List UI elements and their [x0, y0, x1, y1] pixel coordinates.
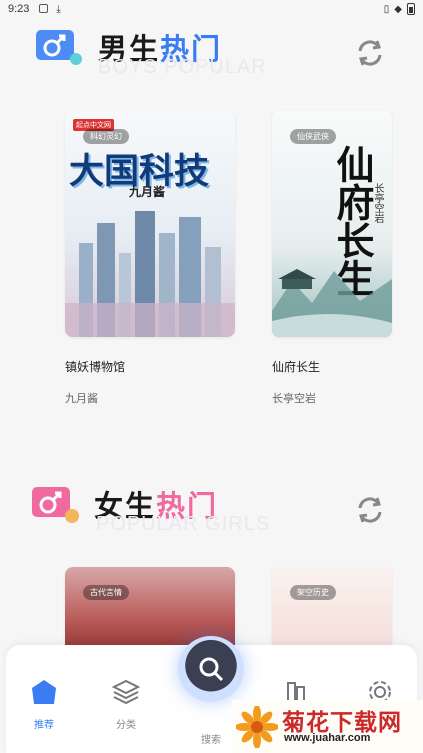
book-title[interactable]: 仙府长生 [272, 358, 320, 375]
genre-tag: 架空历史 [290, 585, 336, 600]
genre-tag: 古代言情 [83, 585, 129, 600]
search-icon [199, 657, 224, 682]
genre-tag: 科幻灵幻 [83, 129, 129, 144]
book-title[interactable]: 镇妖博物馆 [65, 358, 125, 375]
tab-category[interactable]: 分类 [96, 677, 156, 731]
boys-section-subtitle: BOYS POPULAR [98, 56, 267, 78]
refresh-girls-icon[interactable] [353, 493, 387, 527]
refresh-boys-icon[interactable] [353, 36, 387, 70]
male-symbol-icon [36, 30, 82, 65]
watermark-url: www.juahar.com [284, 732, 371, 744]
genre-tag: 仙侠武侠 [290, 129, 336, 144]
wifi-icon: ◆ [394, 3, 402, 15]
female-symbol-icon [32, 487, 79, 523]
cover-author: 九月酱 [129, 185, 166, 199]
book-author: 长亭空岩 [272, 393, 316, 405]
book-cover[interactable]: 起点中文网 科幻灵幻 大国科技 九月酱 [65, 111, 235, 337]
battery-icon [407, 3, 415, 15]
tab-recommend-label: 推荐 [34, 720, 54, 731]
chrysanthemum-logo-icon [236, 706, 278, 748]
girls-section-header: 女生热门 POPULAR GIRLS [0, 481, 423, 541]
home-icon [32, 680, 56, 704]
boys-section-header: 男生热门 BOYS POPULAR [0, 24, 423, 84]
notification-icon [39, 3, 49, 13]
cover-author: 长亭空岩 [372, 183, 383, 223]
mountain-palace-illustration [272, 269, 392, 337]
status-bar: 9:23 ⤓ ▯ ◆ [0, 0, 423, 18]
download-icon: ⤓ [56, 3, 61, 15]
search-fab-button[interactable] [178, 636, 244, 702]
site-watermark: 菊花下载网 www.juahar.com [232, 700, 423, 753]
girls-section-subtitle: POPULAR GIRLS [96, 513, 271, 535]
city-skyline-illustration [65, 211, 235, 337]
vibrate-icon: ▯ [383, 3, 390, 15]
status-time: 9:23 [8, 3, 30, 15]
book-author: 九月酱 [65, 393, 98, 405]
book-cover[interactable]: 仙侠武侠 仙府长生 长亭空岩 [272, 111, 392, 337]
book-cover[interactable]: 架空历史 [272, 567, 392, 657]
layers-icon [111, 679, 141, 705]
tab-category-label: 分类 [116, 720, 136, 731]
tab-recommend[interactable]: 推荐 [14, 677, 74, 731]
